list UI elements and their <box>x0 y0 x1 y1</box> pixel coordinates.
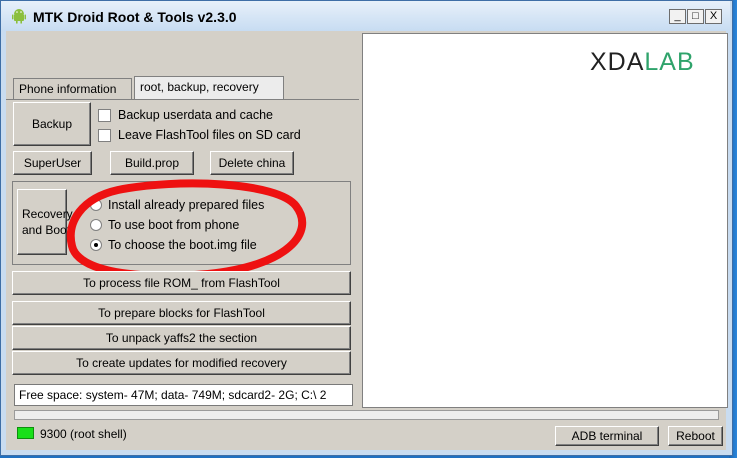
radio-boot-from-phone[interactable] <box>90 219 102 231</box>
recovery-and-boot-button[interactable]: Recovery and Boot <box>17 189 73 255</box>
install-prepared-label: Install already prepared files <box>108 198 265 212</box>
boot-from-phone-label: To use boot from phone <box>108 218 240 232</box>
log-panel[interactable] <box>362 33 728 408</box>
minimize-button[interactable]: _ <box>669 9 686 24</box>
build-prop-button[interactable]: Build.prop <box>110 151 194 175</box>
device-status-text: 9300 (root shell) <box>40 427 127 441</box>
free-space-field[interactable]: Free space: system- 47M; data- 749M; sdc… <box>14 384 353 406</box>
choose-boot-img-label: To choose the boot.img file <box>108 238 257 252</box>
progress-bar <box>14 410 719 420</box>
connection-status-led <box>17 427 34 439</box>
backup-userdata-label: Backup userdata and cache <box>118 108 273 122</box>
adb-terminal-button[interactable]: ADB terminal <box>555 426 659 446</box>
radio-install-prepared[interactable] <box>90 199 102 211</box>
android-icon <box>12 9 26 24</box>
backup-button[interactable]: Backup <box>13 102 91 146</box>
unpack-yaffs2-button[interactable]: To unpack yaffs2 the section <box>12 326 351 350</box>
radio-choose-boot-img[interactable] <box>90 239 102 251</box>
reboot-button[interactable]: Reboot <box>668 426 723 446</box>
prepare-blocks-button[interactable]: To prepare blocks for FlashTool <box>12 301 351 325</box>
leave-flashtool-label: Leave FlashTool files on SD card <box>118 128 301 142</box>
close-button[interactable]: X <box>705 9 722 24</box>
title-bar[interactable]: MTK Droid Root & Tools v2.3.0 <box>1 1 730 31</box>
tab-phone-information[interactable]: Phone information <box>13 78 132 99</box>
window-title: MTK Droid Root & Tools v2.3.0 <box>33 9 237 25</box>
tab-root-backup-recovery[interactable]: root, backup, recovery <box>134 76 284 99</box>
logo-lab: LAB <box>644 48 695 76</box>
delete-china-button[interactable]: Delete china <box>210 151 294 175</box>
logo-xda: XDA <box>590 48 645 76</box>
backup-userdata-checkbox[interactable] <box>98 109 111 122</box>
maximize-button[interactable]: □ <box>687 9 704 24</box>
process-rom-button[interactable]: To process file ROM_ from FlashTool <box>12 271 351 295</box>
leave-flashtool-checkbox[interactable] <box>98 129 111 142</box>
xdalab-logo: XDALAB <box>590 48 695 77</box>
superuser-button[interactable]: SuperUser <box>13 151 92 175</box>
create-updates-button[interactable]: To create updates for modified recovery <box>12 351 351 375</box>
